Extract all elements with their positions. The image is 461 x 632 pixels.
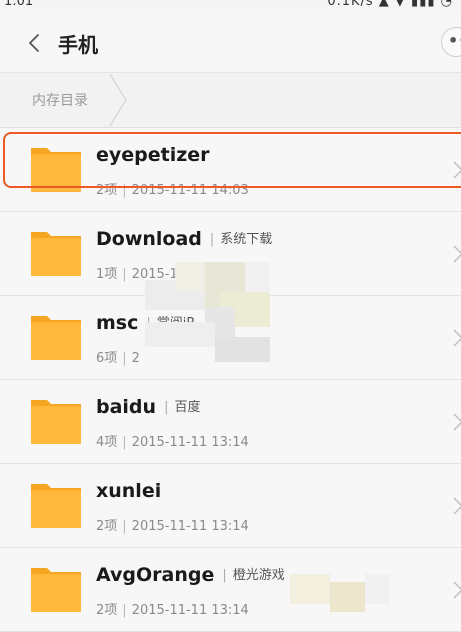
folder-date: 2 (131, 351, 140, 366)
tag-separator: | (146, 316, 151, 331)
folder-name-text: eyepetizer (96, 144, 210, 166)
folder-item-count: 6项 (96, 351, 118, 366)
chevron-left-icon[interactable] (24, 32, 46, 54)
more-button[interactable]: •• (441, 27, 461, 57)
breadcrumb-separator-icon (109, 73, 127, 127)
folder-item-count: 2项 (96, 183, 118, 198)
folder-meta: 1项 | 2015-11 (96, 263, 186, 282)
meta-separator: | (122, 351, 127, 366)
folder-meta: 2项 | 2015-11-11 13:14 (96, 599, 249, 618)
folder-name-text: msc (96, 312, 139, 334)
folder-list: eyepetizer 2项 | 2015-11-11 14:03 Download |… (0, 128, 461, 632)
meta-separator: | (122, 435, 127, 450)
folder-name: eyepetizer (96, 144, 210, 166)
folder-icon (31, 232, 81, 276)
meta-separator: | (122, 519, 127, 534)
header: 手机 •• (0, 14, 461, 72)
folder-item-count: 2项 (96, 603, 118, 618)
folder-app-tag: 橙光游戏 (232, 568, 285, 583)
folder-name-text: Download (96, 228, 202, 250)
folder-date: 2015-11 (131, 267, 186, 282)
tag-separator: | (164, 400, 169, 415)
folder-app-tag: 系统下载 (220, 232, 273, 247)
folder-name: msc | 掌阅iR (96, 312, 195, 334)
folder-icon (31, 484, 81, 528)
folder-icon (31, 568, 81, 612)
folder-app-tag: 百度 (174, 400, 201, 415)
folder-icon (31, 148, 81, 192)
folder-name: Download | 系统下载 (96, 228, 272, 250)
chevron-right-icon (453, 245, 461, 263)
status-indicators: 0.1K/s ▲ ▼ ▮▮▮ ◔ (327, 0, 453, 9)
meta-separator: | (122, 603, 127, 618)
meta-separator: | (122, 267, 127, 282)
chevron-right-icon (453, 413, 461, 431)
folder-row-download[interactable]: Download | 系统下载 1项 | 2015-11 (0, 212, 461, 296)
folder-date: 2015-11-11 13:14 (131, 519, 249, 534)
folder-row-eyepetizer[interactable]: eyepetizer 2项 | 2015-11-11 14:03 (0, 128, 461, 212)
folder-name: AvgOrange | 橙光游戏 (96, 564, 285, 586)
folder-item-count: 2项 (96, 519, 118, 534)
folder-app-tag: 掌阅iR (156, 316, 196, 331)
chevron-right-icon (453, 329, 461, 347)
folder-name: xunlei (96, 480, 161, 502)
folder-row-baidu[interactable]: baidu | 百度 4项 | 2015-11-11 13:14 (0, 380, 461, 464)
tag-separator: | (209, 232, 215, 247)
folder-meta: 2项 | 2015-11-11 14:03 (96, 179, 249, 198)
folder-name: baidu | 百度 (96, 396, 200, 418)
folder-row-xunlei[interactable]: xunlei 2项 | 2015-11-11 13:14 (0, 464, 461, 548)
chevron-right-icon (453, 497, 461, 515)
folder-name-text: xunlei (96, 480, 162, 502)
chevron-right-icon (453, 581, 461, 599)
meta-separator: | (122, 183, 127, 198)
folder-row-msc[interactable]: msc | 掌阅iR 6项 | 2 (0, 296, 461, 380)
folder-meta: 2项 | 2015-11-11 13:14 (96, 515, 249, 534)
page-title: 手机 (58, 33, 98, 57)
folder-row-avgorange[interactable]: AvgOrange | 橙光游戏 2项 | 2015-11-11 13:14 (0, 548, 461, 632)
folder-date: 2015-11-11 14:03 (131, 183, 249, 198)
more-dots-icon: •• (448, 31, 461, 50)
folder-date: 2015-11-11 13:14 (131, 435, 249, 450)
folder-date: 2015-11-11 13:14 (131, 603, 249, 618)
status-bar: 1:01 0.1K/s ▲ ▼ ▮▮▮ ◔ (0, 0, 461, 14)
status-time: 1:01 (4, 0, 34, 9)
tag-separator: | (222, 568, 227, 583)
breadcrumb: 内存目录 (0, 72, 461, 128)
breadcrumb-label: 内存目录 (32, 93, 88, 109)
folder-meta: 6项 | 2 (96, 347, 140, 366)
folder-icon (31, 400, 81, 444)
breadcrumb-item-internal-storage[interactable]: 内存目录 (0, 73, 128, 127)
folder-name-text: AvgOrange (96, 564, 215, 586)
folder-meta: 4项 | 2015-11-11 13:14 (96, 431, 249, 450)
folder-item-count: 4项 (96, 435, 118, 450)
folder-name-text: baidu (96, 396, 157, 418)
chevron-right-icon (453, 161, 461, 179)
folder-icon (31, 316, 81, 360)
folder-item-count: 1项 (96, 267, 118, 282)
